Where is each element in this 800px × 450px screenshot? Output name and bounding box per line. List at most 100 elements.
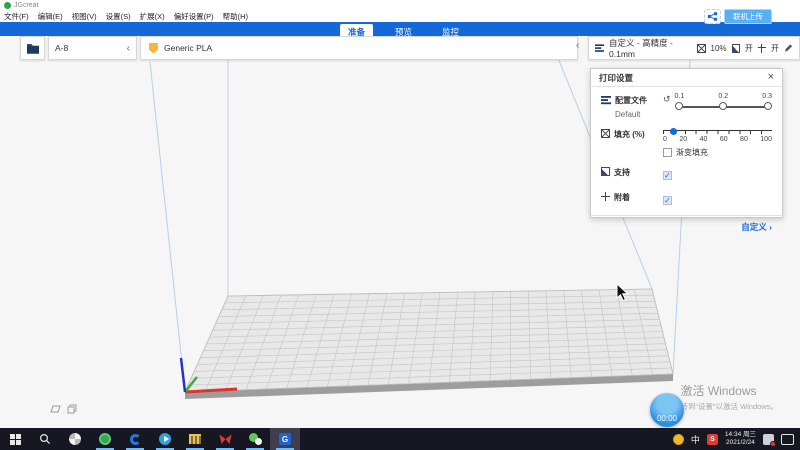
- infill-slider-handle[interactable]: [670, 128, 677, 135]
- blue-c-browser-icon: [130, 434, 141, 445]
- timer-value: 00:00: [657, 414, 677, 423]
- support-state: 开: [745, 43, 753, 54]
- action-center-icon[interactable]: [781, 434, 794, 445]
- adhesion-icon: [601, 192, 610, 201]
- taskbar-jgcreat-app[interactable]: G: [270, 428, 300, 450]
- support-checkbox[interactable]: ✓: [663, 171, 672, 180]
- menu-settings[interactable]: 设置(S): [106, 11, 131, 22]
- cube-view-icon[interactable]: [67, 404, 78, 414]
- window-title: JGcreat: [14, 2, 39, 9]
- adhesion-row: 附着 ✓: [601, 190, 772, 208]
- taskbar-bank-app[interactable]: [180, 428, 210, 450]
- settings-collapse-chevron-icon[interactable]: ‹: [576, 40, 579, 51]
- taskbar-clock[interactable]: 14:34 周三 2021/2/24: [725, 431, 756, 447]
- infill-percent: 10%: [711, 44, 727, 53]
- network-share-icon[interactable]: [704, 9, 721, 24]
- red-butterfly-icon: [219, 434, 232, 445]
- taskbar-butterfly-app[interactable]: [210, 428, 240, 450]
- menu-help[interactable]: 帮助(H): [223, 11, 248, 22]
- infill-tick-20: 20: [679, 136, 687, 143]
- slider-stop-0.2[interactable]: [719, 102, 727, 110]
- green-coin-icon: [99, 433, 111, 445]
- support-icon: [732, 44, 740, 53]
- taskbar-browser-app[interactable]: [120, 428, 150, 450]
- printer-selector[interactable]: A-8 ‹: [48, 36, 137, 60]
- infill-ticks: [663, 130, 772, 134]
- layer-tick-0.1: 0.1: [675, 93, 685, 100]
- paper-plane-icon: [159, 433, 171, 445]
- tray-security-icon[interactable]: [763, 434, 774, 445]
- online-upload-button[interactable]: 联机上传: [724, 9, 772, 24]
- profile-summary: 自定义 - 高精度 - 0.1mm: [609, 37, 692, 59]
- input-language-indicator[interactable]: 中: [691, 433, 700, 446]
- menu-preferences[interactable]: 偏好设置(P): [174, 11, 214, 22]
- chevron-left-icon[interactable]: ‹: [127, 43, 130, 54]
- flat-view-icon[interactable]: [50, 404, 61, 414]
- title-bar: JGcreat: [0, 0, 800, 11]
- menu-edit[interactable]: 编辑(E): [38, 11, 63, 22]
- infill-label: 填充 (%): [614, 129, 645, 140]
- app-window: JGcreat 文件(F) 编辑(E) 视图(V) 设置(S) 扩展(X) 偏好…: [0, 0, 800, 450]
- infill-tick-100: 100: [760, 136, 772, 143]
- infill-tick-80: 80: [740, 136, 748, 143]
- material-selector[interactable]: Generic PLA: [140, 36, 578, 60]
- taskbar-chat-app[interactable]: [240, 428, 270, 450]
- bank-building-icon: [189, 434, 201, 444]
- support-label: 支持: [614, 167, 630, 178]
- profile-layers-icon: [601, 95, 611, 105]
- print-settings-summary[interactable]: 自定义 - 高精度 - 0.1mm 10% 开 开: [588, 36, 800, 60]
- start-button[interactable]: [0, 428, 30, 450]
- taskbar-tray: 中 S 14:34 周三 2021/2/24: [673, 428, 800, 450]
- app-logo-icon: [4, 2, 11, 9]
- windows-taskbar: G 中 S 14:34 周三 2021/2/24: [0, 428, 800, 450]
- watermark-subtitle: 转到“设置”以激活 Windows。: [680, 401, 778, 412]
- menu-extensions[interactable]: 扩展(X): [140, 11, 165, 22]
- layer-height-slider[interactable]: [675, 102, 772, 112]
- adhesion-label: 附着: [614, 192, 630, 203]
- layer-tick-0.2: 0.2: [718, 93, 728, 100]
- layer-height-tick-labels: 0.1 0.2 0.3: [675, 93, 772, 100]
- open-file-button[interactable]: [20, 36, 45, 60]
- taskbar-messenger-app[interactable]: [150, 428, 180, 450]
- share-glyph: [707, 12, 718, 21]
- menu-view[interactable]: 视图(V): [72, 11, 97, 22]
- gradual-infill-checkbox[interactable]: [663, 148, 672, 157]
- gradual-infill-label: 渐变填充: [676, 147, 708, 158]
- panel-header: 打印设置 ×: [591, 69, 782, 87]
- tray-red-app-icon[interactable]: S: [707, 434, 718, 445]
- support-icon: [601, 167, 610, 176]
- mouse-cursor: [616, 283, 629, 302]
- taskbar-search-button[interactable]: [30, 428, 60, 450]
- search-icon: [39, 433, 51, 445]
- profile-layers-icon: [595, 43, 604, 53]
- material-shield-icon: [149, 43, 158, 54]
- view-mode-icons: [50, 404, 78, 414]
- taskbar-apps: G: [0, 428, 300, 450]
- watermark-title: 激活 Windows: [680, 382, 778, 399]
- custom-settings-link[interactable]: 自定义 ›: [741, 221, 772, 233]
- slider-stop-0.1[interactable]: [675, 102, 683, 110]
- menu-bar: 文件(F) 编辑(E) 视图(V) 设置(S) 扩展(X) 偏好设置(P) 帮助…: [0, 11, 800, 22]
- printer-name: A-8: [55, 43, 68, 53]
- taskbar-green-app[interactable]: [90, 428, 120, 450]
- windows-start-icon: [10, 434, 21, 445]
- screen-record-timer[interactable]: 00:00: [650, 393, 684, 427]
- edit-pencil-icon[interactable]: [784, 43, 793, 53]
- menu-file[interactable]: 文件(F): [4, 11, 29, 22]
- panel-title: 打印设置: [599, 72, 633, 84]
- undo-icon[interactable]: ↺: [663, 94, 671, 112]
- tray-coin-icon[interactable]: [673, 434, 684, 445]
- close-icon[interactable]: ×: [768, 72, 774, 83]
- panel-body: 配置文件 ↺ 0.1 0.2 0.3: [591, 87, 782, 208]
- infill-tick-labels: 0 20 40 60 80 100: [663, 136, 772, 143]
- infill-grid-icon: [601, 129, 610, 138]
- infill-grid-icon: [697, 44, 705, 53]
- windows-activation-watermark: 激活 Windows 转到“设置”以激活 Windows。: [680, 382, 778, 412]
- profile-label: 配置文件: [615, 95, 647, 106]
- infill-slider[interactable]: [663, 127, 772, 136]
- slider-stop-0.3[interactable]: [764, 102, 772, 110]
- panel-footer: 自定义 ›: [591, 215, 782, 237]
- taskbar-pinwheel-app[interactable]: [60, 428, 90, 450]
- adhesion-checkbox[interactable]: ✓: [663, 196, 672, 205]
- support-row: 支持 ✓: [601, 165, 772, 183]
